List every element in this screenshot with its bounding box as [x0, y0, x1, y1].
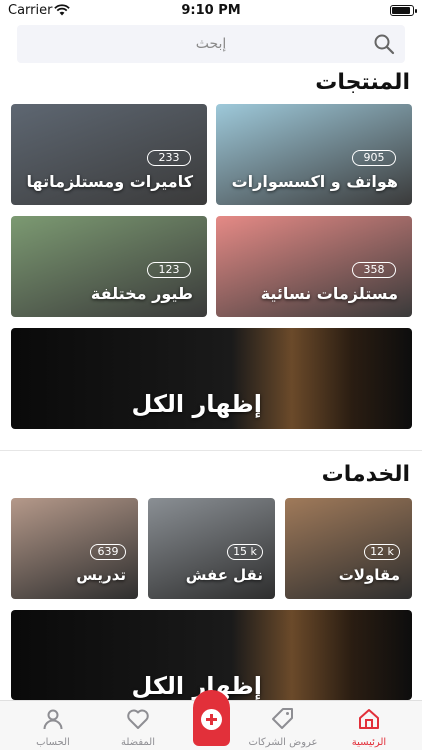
- products-title: المنتجات: [315, 70, 410, 95]
- item-count-badge: 233: [147, 150, 191, 166]
- item-count-badge: 358: [352, 262, 396, 278]
- item-count-badge: 639: [90, 544, 126, 560]
- category-tile-women-accessories[interactable]: 358 مستلزمات نسائية: [216, 216, 412, 317]
- show-all-label: إظهار الكل: [131, 390, 262, 418]
- service-tile-contracting[interactable]: 12 k مقاولات: [285, 498, 412, 599]
- heart-icon: [127, 709, 149, 729]
- tab-home[interactable]: الرئيسية: [327, 701, 411, 750]
- home-icon: [359, 709, 379, 729]
- section-divider: [0, 450, 422, 451]
- search-icon[interactable]: [373, 33, 395, 55]
- show-all-services-banner[interactable]: إظهار الكل: [11, 610, 412, 700]
- service-tile-furniture-moving[interactable]: 15 k نقل عفش: [148, 498, 275, 599]
- tab-label: عروض الشركات: [248, 737, 318, 748]
- category-tile-phones[interactable]: 905 هواتف و اكسسوارات: [216, 104, 412, 205]
- service-label: تدريس: [76, 566, 126, 584]
- tab-label: الرئيسية: [351, 737, 387, 748]
- tab-account[interactable]: الحساب: [11, 701, 95, 750]
- category-label: مستلزمات نسائية: [260, 284, 398, 303]
- category-tile-cameras[interactable]: 233 كاميرات ومستلزماتها: [11, 104, 207, 205]
- tab-company-offers[interactable]: عروض الشركات: [241, 701, 325, 750]
- plus-icon: [201, 709, 222, 730]
- services-title: الخدمات: [321, 462, 410, 487]
- status-time: 9:10 PM: [181, 3, 241, 18]
- service-label: مقاولات: [338, 566, 400, 584]
- tag-icon: [272, 708, 293, 729]
- tab-label: المفضلة: [120, 737, 155, 748]
- status-bar: Carrier 9:10 PM: [0, 0, 422, 22]
- category-label: كاميرات ومستلزماتها: [26, 172, 193, 191]
- battery-icon: [390, 5, 417, 16]
- add-listing-button[interactable]: [193, 690, 230, 746]
- service-label: نقل عفش: [185, 566, 263, 584]
- show-all-products-banner[interactable]: إظهار الكل: [11, 328, 412, 429]
- category-tile-birds[interactable]: 123 طيور مختلفة: [11, 216, 207, 317]
- item-count-badge: 123: [147, 262, 191, 278]
- item-count-badge: 905: [352, 150, 396, 166]
- tab-label: الحساب: [36, 737, 70, 748]
- item-count-badge: 15 k: [227, 544, 263, 560]
- tab-favorites[interactable]: المفضلة: [96, 701, 180, 750]
- category-label: هواتف و اكسسوارات: [231, 172, 398, 191]
- item-count-badge: 12 k: [364, 544, 400, 560]
- category-label: طيور مختلفة: [90, 284, 193, 303]
- person-icon: [43, 709, 63, 730]
- search-input[interactable]: إبحث: [196, 36, 227, 52]
- search-bar[interactable]: إبحث: [17, 25, 405, 63]
- service-tile-tutoring[interactable]: 639 تدريس: [11, 498, 138, 599]
